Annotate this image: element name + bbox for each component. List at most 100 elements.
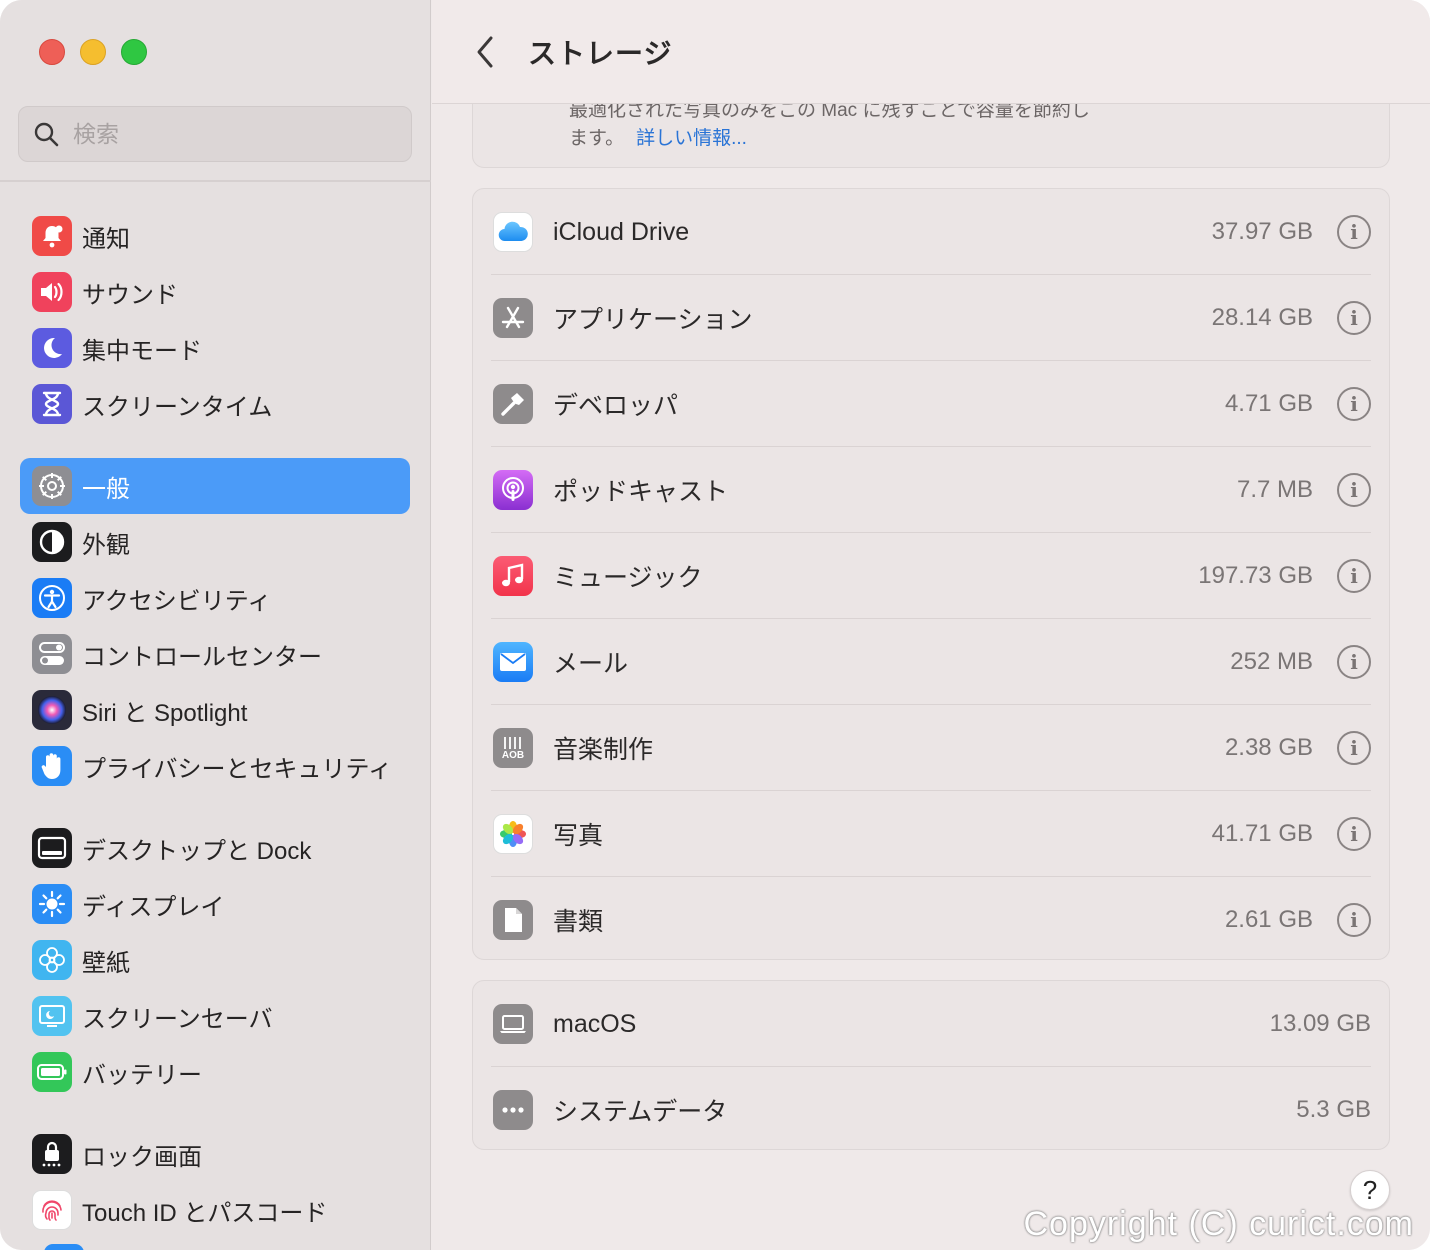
toolbar: ストレージ [432,0,1430,104]
learn-more-link[interactable]: 詳しい情報... [636,128,747,149]
svg-text:AOB: AOB [502,750,524,761]
sidebar-item-wallpaper[interactable]: 壁紙 [20,932,410,988]
battery-icon [32,1052,72,1092]
info-icon: i [1350,220,1358,244]
chevron-left-icon [477,36,493,67]
storage-categories-card: iCloud Drive 37.97 GB i アプリケーション 28.14 G… [472,188,1390,960]
recommendation-text-line2: ます。 詳しい情報... [569,123,747,150]
sidebar-item-label: 集中モード [82,337,202,365]
storage-item-label: メール [553,650,629,678]
toggles-icon [32,634,72,674]
storage-item-size: 4.71 GB [1224,390,1313,417]
laptop-icon [493,1004,533,1044]
siri-icon [32,690,72,730]
sidebar-item-label: 通知 [82,225,130,253]
info-button[interactable]: i [1337,387,1371,421]
sidebar-item-label: 外観 [82,531,130,559]
sidebar-divider [0,180,431,182]
music-icon [493,556,533,596]
sidebar-item-appearance[interactable]: 外観 [20,514,410,570]
sidebar-item-battery[interactable]: バッテリー [20,1044,410,1100]
sidebar: 通知 サウンド 集中モード スクリーンタイム 一般 [0,0,431,1250]
sidebar-item-lock-screen[interactable]: ロック画面 [20,1126,410,1182]
speaker-icon [32,272,72,312]
sidebar-item-displays[interactable]: ディスプレイ [20,876,410,932]
sidebar-item-touch-id[interactable]: Touch ID とパスコード [20,1182,410,1238]
sidebar-item-screen-saver[interactable]: スクリーンセーバ [20,988,410,1044]
fingerprint-icon [32,1190,72,1230]
hand-icon [32,746,72,786]
sidebar-item-label: 壁紙 [82,949,130,977]
info-button[interactable]: i [1337,473,1371,507]
back-button[interactable] [470,32,500,72]
minimize-window-button[interactable] [80,39,106,65]
storage-row-music-creation: AOB 音楽制作 2.38 GB i [491,705,1371,791]
hammer-icon [493,384,533,424]
info-icon: i [1350,736,1358,760]
sidebar-item-sound[interactable]: サウンド [20,264,410,320]
sidebar-item-label: アクセシビリティ [82,587,272,615]
info-button[interactable]: i [1337,645,1371,679]
info-icon: i [1350,822,1358,846]
info-button[interactable]: i [1337,301,1371,335]
info-icon: i [1350,478,1358,502]
sidebar-item-general[interactable]: 一般 [20,458,410,514]
sidebar-item-label: ディスプレイ [82,893,225,921]
app-store-icon [493,298,533,338]
sidebar-item-desktop-dock[interactable]: デスクトップと Dock [20,820,410,876]
storage-item-label: ポッドキャスト [553,478,729,506]
sidebar-item-siri-spotlight[interactable]: Siri と Spotlight [20,682,410,738]
search-icon [34,122,59,147]
storage-item-label: ミュージック [553,564,703,592]
page-title: ストレージ [528,37,673,69]
info-button[interactable]: i [1337,731,1371,765]
sidebar-item-label: プライバシーとセキュリティ [82,755,393,783]
sidebar-item-label: Touch ID とパスコード [82,1199,328,1227]
settings-window: 通知 サウンド 集中モード スクリーンタイム 一般 [0,0,1430,1250]
sidebar-item-label: バッテリー [82,1061,202,1089]
icloud-icon [493,212,533,252]
storage-row-photos: 写真 41.71 GB i [491,791,1371,877]
info-button[interactable]: i [1337,215,1371,249]
lock-icon [32,1134,72,1174]
sidebar-item-screen-time[interactable]: スクリーンタイム [20,376,410,432]
storage-item-size: 7.7 MB [1236,476,1313,503]
info-button[interactable]: i [1337,903,1371,937]
sidebar-item-notifications[interactable]: 通知 [20,208,410,264]
photos-icon [493,814,533,854]
storage-item-size: 28.14 GB [1211,304,1313,331]
system-storage-card: macOS 13.09 GB システムデータ 5.3 GB [472,980,1390,1150]
window-controls [39,39,147,65]
document-icon [493,900,533,940]
sidebar-item-focus[interactable]: 集中モード [20,320,410,376]
info-button[interactable]: i [1337,817,1371,851]
storage-row-system-data: システムデータ 5.3 GB [491,1067,1371,1153]
storage-item-size: 41.71 GB [1211,820,1313,847]
help-button[interactable]: ? [1350,1170,1390,1210]
partial-next-item-icon [44,1244,84,1250]
storage-row-mail: メール 252 MB i [491,619,1371,705]
hourglass-icon [32,384,72,424]
storage-item-size: 13.09 GB [1269,1010,1371,1037]
search-input[interactable] [73,120,373,148]
sidebar-item-accessibility[interactable]: アクセシビリティ [20,570,410,626]
zoom-window-button[interactable] [121,39,147,65]
storage-item-label: iCloud Drive [553,217,690,246]
accessibility-icon [32,578,72,618]
storage-item-size: 2.38 GB [1224,734,1313,761]
search-field[interactable] [18,106,412,162]
storage-row-applications: アプリケーション 28.14 GB i [491,275,1371,361]
storage-row-macos: macOS 13.09 GB [491,981,1371,1067]
close-window-button[interactable] [39,39,65,65]
sidebar-item-label: デスクトップと Dock [82,837,312,865]
sidebar-item-label: コントロールセンター [82,643,322,671]
sidebar-item-label: 一般 [82,475,130,503]
info-button[interactable]: i [1337,559,1371,593]
mail-icon [493,642,533,682]
flower-icon [32,940,72,980]
storage-row-icloud-drive: iCloud Drive 37.97 GB i [491,189,1371,275]
sidebar-item-privacy-security[interactable]: プライバシーとセキュリティ [20,738,410,794]
info-icon: i [1350,306,1358,330]
sidebar-item-control-center[interactable]: コントロールセンター [20,626,410,682]
sidebar-item-label: Siri と Spotlight [82,699,248,727]
